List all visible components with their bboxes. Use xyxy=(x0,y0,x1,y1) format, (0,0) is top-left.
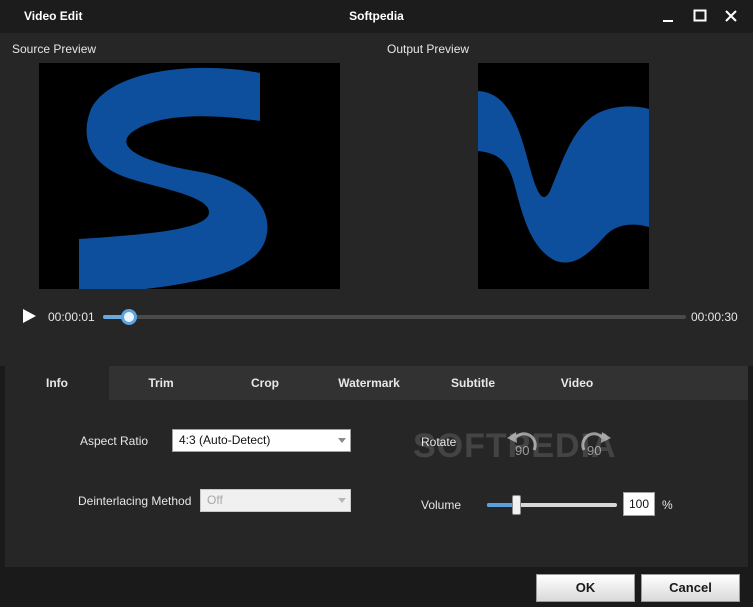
tab-watermark-label: Watermark xyxy=(338,376,400,390)
close-icon[interactable] xyxy=(720,5,742,27)
tab-crop[interactable]: Crop xyxy=(213,366,317,400)
preview-area: Source Preview Output Preview 00:00:01 0… xyxy=(0,33,753,366)
source-preview-video xyxy=(39,63,340,289)
tab-info[interactable]: Info xyxy=(5,366,109,400)
output-frame-graphic xyxy=(478,91,649,263)
tab-video[interactable]: Video xyxy=(525,366,629,400)
chevron-down-icon xyxy=(338,498,346,503)
aspect-ratio-select[interactable]: 4:3 (Auto-Detect) xyxy=(172,429,351,452)
current-time: 00:00:01 xyxy=(48,310,95,324)
rotate-left-value: 90 xyxy=(515,443,530,458)
deinterlacing-label: Deinterlacing Method xyxy=(78,494,192,508)
output-s-shape xyxy=(478,91,649,263)
chevron-down-icon xyxy=(338,438,346,443)
tab-trim-label: Trim xyxy=(148,376,174,390)
minimize-icon[interactable] xyxy=(657,5,679,27)
deinterlacing-select: Off xyxy=(200,489,351,512)
tab-video-label: Video xyxy=(560,376,594,390)
volume-input[interactable]: 100 xyxy=(623,492,655,516)
tab-bar: Info Trim Crop Watermark Subtitle Video xyxy=(5,366,748,400)
play-icon[interactable] xyxy=(21,308,37,324)
rotate-right-button[interactable]: 90 xyxy=(576,426,616,462)
app-title: Softpedia xyxy=(349,9,404,23)
tab-subtitle[interactable]: Subtitle xyxy=(421,366,525,400)
tab-info-label: Info xyxy=(46,376,68,390)
source-s-shape xyxy=(79,67,268,289)
ok-button[interactable]: OK xyxy=(536,574,635,602)
seek-handle[interactable] xyxy=(120,309,137,325)
rotate-label: Rotate xyxy=(421,435,457,449)
cancel-button[interactable]: Cancel xyxy=(641,574,740,602)
volume-slider[interactable] xyxy=(487,495,617,515)
tab-trim[interactable]: Trim xyxy=(109,366,213,400)
output-preview-label: Output Preview xyxy=(387,42,470,56)
tab-watermark[interactable]: Watermark xyxy=(317,366,421,400)
seek-bar[interactable] xyxy=(103,309,686,325)
tab-subtitle-label: Subtitle xyxy=(451,376,495,390)
rotate-right-value: 90 xyxy=(587,443,602,458)
total-time: 00:00:30 xyxy=(691,310,738,324)
volume-label: Volume xyxy=(421,498,462,512)
aspect-ratio-value: 4:3 (Auto-Detect) xyxy=(179,433,271,447)
source-frame-graphic xyxy=(79,67,268,289)
aspect-ratio-label: Aspect Ratio xyxy=(80,434,149,448)
rotate-left-button[interactable]: 90 xyxy=(504,426,544,462)
tab-crop-label: Crop xyxy=(251,376,279,390)
title-bar: Video Edit Softpedia xyxy=(0,0,753,33)
maximize-icon[interactable] xyxy=(689,5,711,27)
volume-slider-handle[interactable] xyxy=(511,495,521,515)
info-panel xyxy=(5,400,748,567)
deinterlacing-value: Off xyxy=(207,493,223,507)
source-preview-label: Source Preview xyxy=(12,42,97,56)
output-preview-video xyxy=(478,63,649,289)
volume-unit: % xyxy=(662,498,673,512)
window-title: Video Edit xyxy=(24,9,83,23)
